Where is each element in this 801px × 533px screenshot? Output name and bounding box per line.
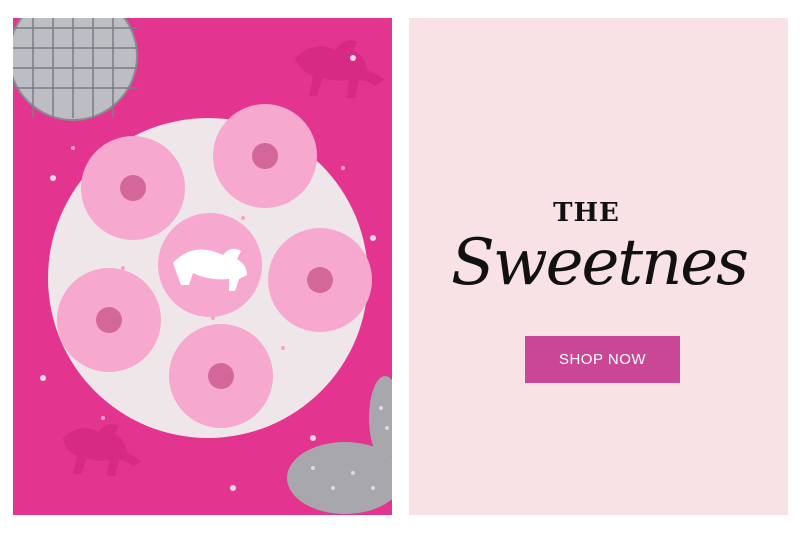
brand-lockup: THE Sweetnes (409, 18, 788, 515)
donuts-photo-illustration (13, 18, 392, 515)
donut-image (158, 213, 262, 317)
donut-image (268, 228, 372, 332)
shop-now-button[interactable]: SHOP NOW (525, 336, 680, 383)
donut-image (169, 324, 273, 428)
donut-image (57, 268, 161, 372)
hero-photo (13, 18, 392, 515)
promo-banner: THE Sweetnes SHOP NOW (0, 0, 801, 533)
promo-panel: THE Sweetnes SHOP NOW (409, 18, 788, 515)
donut-image (213, 104, 317, 208)
donut-image (81, 136, 185, 240)
brand-script-title: Sweetnes (450, 226, 749, 300)
